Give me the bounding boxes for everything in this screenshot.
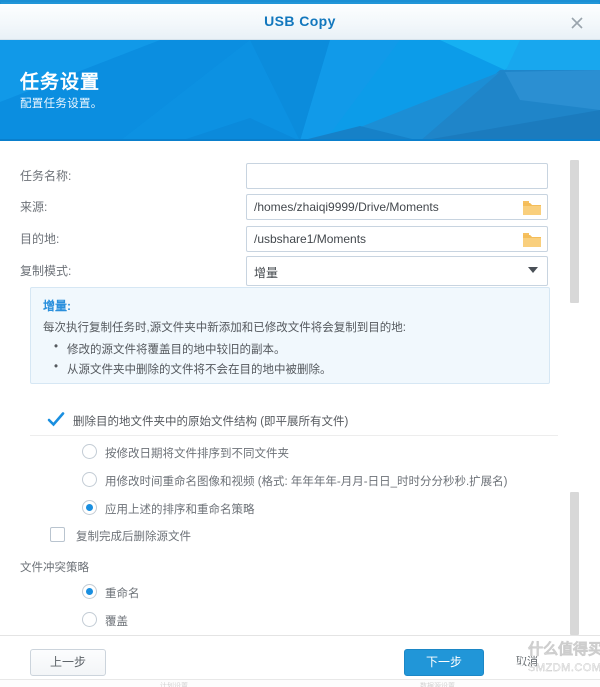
info-bullet: 修改的源文件将覆盖目的地中较旧的副本。 (54, 341, 285, 357)
window-titlebar[interactable]: USB Copy (0, 4, 600, 40)
radio-conflict-overwrite[interactable] (82, 612, 97, 627)
folder-icon[interactable] (520, 198, 544, 220)
label-task-name: 任务名称: (20, 169, 72, 183)
chevron-down-icon (528, 267, 538, 273)
flatten-structure-label[interactable]: 删除目的地文件夹中的原始文件结构 (即平展所有文件) (73, 413, 348, 429)
bleed-text-right: 数据源设置 (420, 683, 455, 687)
background-page-bleed (0, 679, 600, 687)
form-row-task-name: 任务名称: (0, 163, 600, 189)
radio-conflict-overwrite-label[interactable]: 覆盖 (105, 613, 128, 629)
radio-sort-by-date[interactable] (82, 444, 97, 459)
form-row-copy-mode: 复制模式: 增量 (0, 256, 600, 286)
radio-conflict-rename-label[interactable]: 重命名 (105, 585, 140, 601)
copy-mode-info-panel: 增量: 每次执行复制任务时,源文件夹中新添加和已修改文件将会复制到目的地: 修改… (30, 287, 550, 384)
info-bullet: 从源文件夹中删除的文件将不会在目的地中被删除。 (54, 361, 331, 377)
back-button[interactable]: 上一步 (30, 649, 106, 676)
delete-source-label[interactable]: 复制完成后删除源文件 (76, 528, 191, 544)
source-path-input[interactable]: /homes/zhaiqi9999/Drive/Moments (246, 194, 548, 220)
form-row-source: 来源: /homes/zhaiqi9999/Drive/Moments (0, 194, 600, 220)
delete-source-checkbox[interactable] (50, 527, 65, 542)
page-title: 任务设置 (20, 72, 101, 93)
copy-mode-select[interactable]: 增量 (246, 256, 548, 286)
label-destination: 目的地: (20, 232, 60, 246)
source-path-value: /homes/zhaiqi9999/Drive/Moments (254, 200, 439, 214)
flatten-structure-checkbox[interactable] (47, 412, 65, 427)
info-description: 每次执行复制任务时,源文件夹中新添加和已修改文件将会复制到目的地: (43, 322, 406, 334)
usb-copy-dialog: USB Copy 任务设置 配置任务设置。 任务名称: 来源: /homes/z… (0, 0, 600, 687)
next-button[interactable]: 下一步 (404, 649, 484, 676)
options-divider (30, 435, 558, 436)
conflict-policy-title: 文件冲突策略 (20, 562, 89, 574)
destination-path-input[interactable]: /usbshare1/Moments (246, 226, 548, 252)
radio-rename-by-time[interactable] (82, 472, 97, 487)
page-subtitle: 配置任务设置。 (20, 98, 103, 110)
label-copy-mode: 复制模式: (20, 264, 72, 278)
body-scrollbar-thumb[interactable] (570, 160, 579, 303)
body-scrollbar-thumb[interactable] (570, 492, 579, 635)
task-name-input[interactable] (246, 163, 548, 189)
dialog-body: 任务名称: 来源: /homes/zhaiqi9999/Drive/Moment… (0, 141, 600, 635)
dialog-hero-banner: 任务设置 配置任务设置。 (0, 40, 600, 141)
radio-conflict-rename[interactable] (82, 584, 97, 599)
radio-rename-by-time-label[interactable]: 用修改时间重命名图像和视频 (格式: 年年年年-月月-日日_时时分分秒秒.扩展名… (105, 473, 508, 489)
bleed-text-left: 计划设置 (160, 683, 188, 687)
radio-apply-policy[interactable] (82, 500, 97, 515)
radio-sort-by-date-label[interactable]: 按修改日期将文件排序到不同文件夹 (105, 445, 289, 461)
info-heading: 增量: (43, 299, 71, 313)
form-row-destination: 目的地: /usbshare1/Moments (0, 226, 600, 252)
cancel-button[interactable]: 取消 (516, 649, 566, 676)
label-source: 来源: (20, 200, 48, 214)
window-title: USB Copy (264, 13, 336, 29)
close-icon[interactable] (566, 12, 588, 34)
radio-apply-policy-label[interactable]: 应用上述的排序和重命名策略 (105, 501, 255, 517)
destination-path-value: /usbshare1/Moments (254, 232, 367, 246)
copy-mode-value: 增量 (254, 266, 279, 280)
folder-icon[interactable] (520, 230, 544, 252)
